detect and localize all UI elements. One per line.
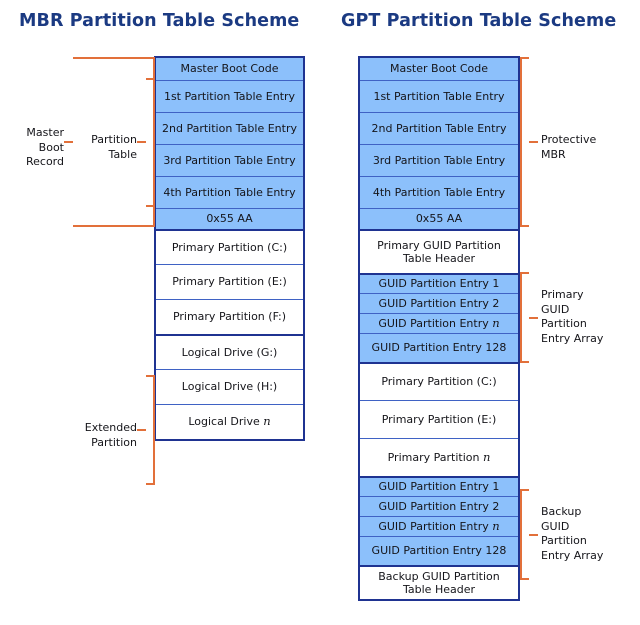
bracket-backup-guid-partition-entry-array <box>520 489 529 580</box>
mbr-row-logical-drive-n: Logical Drive n <box>156 404 303 439</box>
mbr-row-partition-entry-3: 3rd Partition Table Entry <box>156 144 303 176</box>
bracket-label-partition-table: Partition Table <box>91 133 137 161</box>
bracket-extended-partition <box>146 375 155 485</box>
bracket-tick-primary-guid-partition-entry-array <box>529 317 538 319</box>
mbr-row-partition-entry-4: 4th Partition Table Entry <box>156 176 303 208</box>
mbr-scheme-title: MBR Partition Table Scheme <box>19 11 300 31</box>
gpt-row-primary-guid-entry-2: GUID Partition Entry 2 <box>360 293 518 313</box>
mbr-partition-table-diagram: Master Boot Code 1st Partition Table Ent… <box>154 56 305 441</box>
bracket-label-extended-partition: Extended Partition <box>84 421 137 449</box>
mbr-row-primary-partition-c: Primary Partition (C:) <box>156 229 303 264</box>
gpt-row-signature: 0x55 AA <box>360 208 518 229</box>
mbr-row-signature: 0x55 AA <box>156 208 303 229</box>
mbr-row-primary-partition-f: Primary Partition (F:) <box>156 299 303 334</box>
gpt-row-partition-entry-1: 1st Partition Table Entry <box>360 80 518 112</box>
bracket-label-primary-guid-partition-entry-array: Primary GUID Partition Entry Array <box>541 288 604 345</box>
mbr-row-logical-drive-h: Logical Drive (H:) <box>156 369 303 404</box>
mbr-row-primary-partition-e: Primary Partition (E:) <box>156 264 303 299</box>
gpt-row-backup-guid-partition-table-header: Backup GUID Partition Table Header <box>360 565 518 599</box>
gpt-row-primary-partition-c: Primary Partition (C:) <box>360 362 518 400</box>
bracket-tick-partition-table <box>137 141 146 143</box>
gpt-row-primary-guid-partition-table-header: Primary GUID Partition Table Header <box>360 229 518 273</box>
gpt-row-partition-entry-2: 2nd Partition Table Entry <box>360 112 518 144</box>
bracket-label-backup-guid-partition-entry-array: Backup GUID Partition Entry Array <box>541 505 604 562</box>
bracket-primary-guid-partition-entry-array <box>520 272 529 363</box>
gpt-scheme-title: GPT Partition Table Scheme <box>341 11 617 31</box>
bracket-partition-table <box>146 78 155 207</box>
gpt-partition-table-diagram: Master Boot Code 1st Partition Table Ent… <box>358 56 520 601</box>
bracket-tick-backup-guid-partition-entry-array <box>529 534 538 536</box>
mbr-row-partition-entry-2: 2nd Partition Table Entry <box>156 112 303 144</box>
gpt-row-backup-guid-entry-2: GUID Partition Entry 2 <box>360 496 518 516</box>
gpt-row-partition-entry-4: 4th Partition Table Entry <box>360 176 518 208</box>
gpt-row-primary-guid-entry-128: GUID Partition Entry 128 <box>360 333 518 362</box>
gpt-row-partition-entry-3: 3rd Partition Table Entry <box>360 144 518 176</box>
bracket-tick-protective-mbr <box>529 141 538 143</box>
mbr-row-logical-drive-g: Logical Drive (G:) <box>156 334 303 369</box>
gpt-row-primary-partition-n: Primary Partition n <box>360 438 518 476</box>
gpt-row-master-boot-code: Master Boot Code <box>360 58 518 80</box>
gpt-row-primary-guid-entry-n: GUID Partition Entry n <box>360 313 518 333</box>
mbr-row-master-boot-code: Master Boot Code <box>156 58 303 80</box>
bracket-label-master-boot-record: Master Boot Record <box>25 126 64 168</box>
gpt-row-backup-guid-entry-1: GUID Partition Entry 1 <box>360 476 518 496</box>
bracket-protective-mbr <box>520 57 529 227</box>
bracket-tick-master-boot-record <box>64 141 73 143</box>
bracket-tick-extended-partition <box>137 429 146 431</box>
mbr-row-partition-entry-1: 1st Partition Table Entry <box>156 80 303 112</box>
gpt-row-primary-guid-entry-1: GUID Partition Entry 1 <box>360 273 518 293</box>
bracket-label-protective-mbr: Protective MBR <box>541 133 597 161</box>
gpt-row-primary-partition-e: Primary Partition (E:) <box>360 400 518 438</box>
gpt-row-backup-guid-entry-128: GUID Partition Entry 128 <box>360 536 518 565</box>
gpt-row-backup-guid-entry-n: GUID Partition Entry n <box>360 516 518 536</box>
